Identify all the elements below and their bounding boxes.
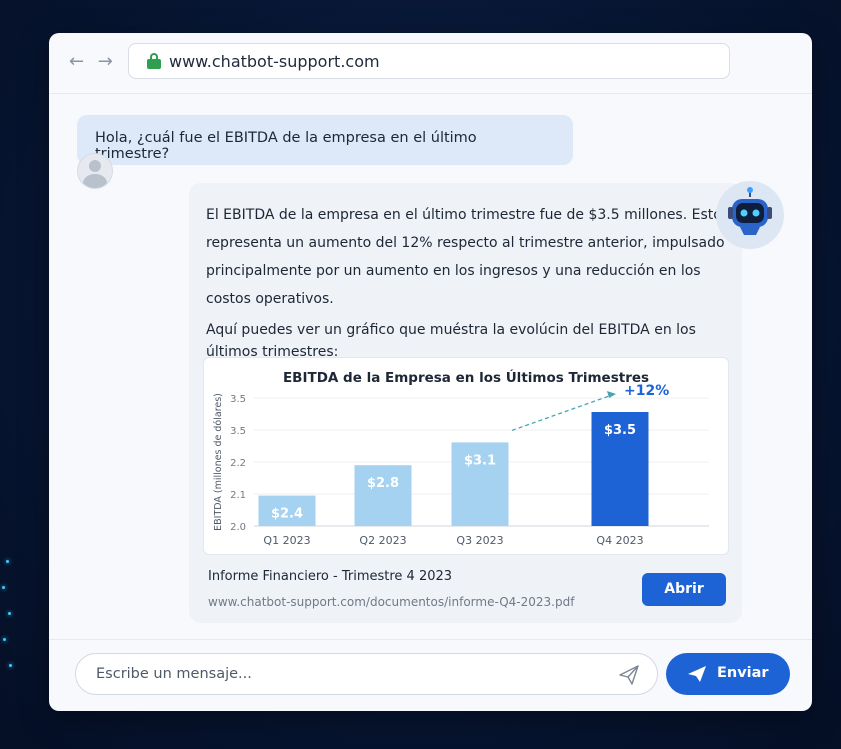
bar-value-label: $3.5: [604, 423, 636, 438]
paper-plane-icon: [688, 666, 706, 682]
lock-icon: [147, 53, 161, 69]
ebitda-chart: EBITDA de la Empresa en los Últimos Trim…: [203, 357, 729, 555]
y-tick-label: 3.5: [230, 426, 246, 437]
chart-svg: EBITDA de la Empresa en los Últimos Trim…: [213, 368, 709, 547]
x-tick-label: Q4 2023: [596, 534, 643, 547]
open-document-button[interactable]: Abrir: [642, 573, 726, 606]
y-tick-label: 2.0: [230, 522, 246, 533]
y-axis-label: EBITDA (millones de dólares): [213, 393, 224, 531]
header-divider: [49, 93, 812, 94]
bot-paragraph-1: El EBITDA de la empresa en el último tri…: [206, 207, 725, 307]
browser-window: ← → www.chatbot-support.com Hola, ¿cuál …: [49, 33, 812, 711]
x-tick-label: Q3 2023: [456, 534, 503, 547]
decorative-dots: [0, 560, 14, 680]
x-tick-label: Q1 2023: [263, 534, 310, 547]
nav-arrows[interactable]: ← →: [69, 51, 117, 72]
bot-response-card: El EBITDA de la empresa en el último tri…: [189, 183, 742, 623]
x-tick-label: Q2 2023: [359, 534, 406, 547]
chart-title: EBITDA de la Empresa en los Últimos Trim…: [283, 368, 649, 386]
user-message: Hola, ¿cuál fue el EBITDA de la empresa …: [77, 115, 573, 165]
bar-value-label: $2.4: [271, 507, 303, 522]
bot-message-text: El EBITDA de la empresa en el último tri…: [206, 201, 726, 363]
y-tick-label: 3.5: [230, 394, 246, 405]
y-tick-label: 2.1: [230, 490, 246, 501]
document-link[interactable]: www.chatbot-support.com/documentos/infor…: [208, 595, 574, 609]
send-button[interactable]: Enviar: [666, 653, 790, 695]
message-placeholder: Escribe un mensaje...: [96, 666, 252, 682]
y-tick-label: 2.2: [230, 458, 246, 469]
bar-value-label: $2.8: [367, 476, 399, 491]
document-title: Informe Financiero - Trimestre 4 2023: [208, 569, 453, 584]
bot-avatar-icon: [716, 181, 784, 249]
bar-value-label: $3.1: [464, 453, 496, 468]
message-input[interactable]: Escribe un mensaje...: [75, 653, 658, 695]
send-outline-icon[interactable]: [618, 664, 640, 686]
user-avatar-icon: [77, 153, 113, 189]
url-text: www.chatbot-support.com: [169, 52, 380, 71]
composer-divider: [49, 639, 812, 640]
address-bar[interactable]: www.chatbot-support.com: [128, 43, 730, 79]
growth-annotation: +12%: [624, 383, 669, 399]
bar: [354, 465, 412, 526]
send-label: Enviar: [717, 665, 769, 681]
